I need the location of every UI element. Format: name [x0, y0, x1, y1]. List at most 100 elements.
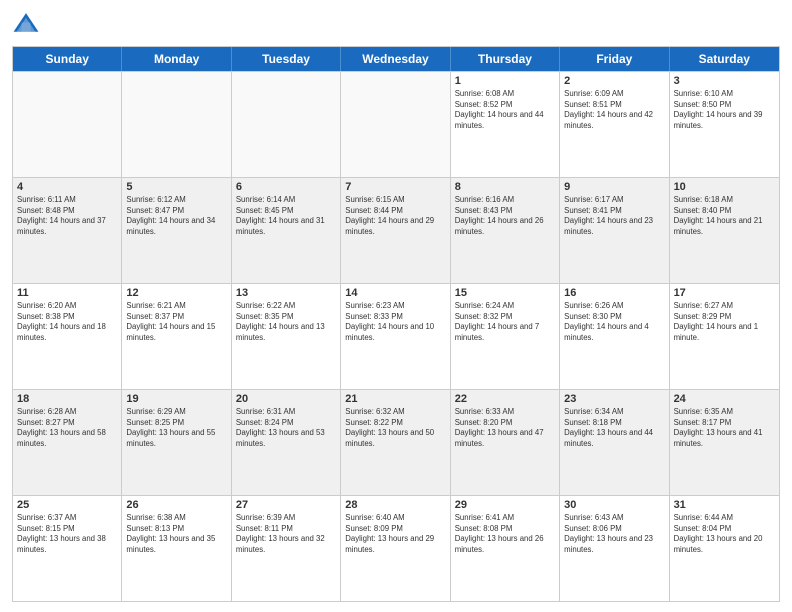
calendar-cell — [232, 72, 341, 177]
day-info: Sunrise: 6:39 AM Sunset: 8:11 PM Dayligh… — [236, 513, 336, 555]
calendar-cell: 1Sunrise: 6:08 AM Sunset: 8:52 PM Daylig… — [451, 72, 560, 177]
day-info: Sunrise: 6:11 AM Sunset: 8:48 PM Dayligh… — [17, 195, 117, 237]
calendar-row: 25 Sunrise: 6:37 AM Sunset: 8:15 PM Dayli… — [13, 495, 779, 601]
calendar-cell: 12 Sunrise: 6:21 AM Sunset: 8:37 PM Dayli… — [122, 284, 231, 389]
day-number: 13 — [236, 287, 336, 299]
day-number: 25 — [17, 499, 117, 511]
day-info: Sunrise: 6:32 AM Sunset: 8:22 PM Dayligh… — [345, 407, 445, 449]
day-number: 16 — [564, 287, 664, 299]
calendar-cell: 23Sunrise: 6:34 AM Sunset: 8:18 PM Dayli… — [560, 390, 669, 495]
day-number: 15 — [455, 287, 555, 299]
day-number: 5 — [126, 181, 226, 193]
calendar-cell: 19 Sunrise: 6:29 AM Sunset: 8:25 PM Dayli… — [122, 390, 231, 495]
day-number: 22 — [455, 393, 555, 405]
calendar-cell: 2 Sunrise: 6:09 AM Sunset: 8:51 PM Daylig… — [560, 72, 669, 177]
calendar-row: 18Sunrise: 6:28 AM Sunset: 8:27 PM Dayli… — [13, 389, 779, 495]
day-info: Sunrise: 6:34 AM Sunset: 8:18 PM Dayligh… — [564, 407, 664, 449]
day-number: 2 — [564, 75, 664, 87]
calendar-cell — [341, 72, 450, 177]
calendar-row: 4 Sunrise: 6:11 AM Sunset: 8:48 PM Daylig… — [13, 177, 779, 283]
day-number: 6 — [236, 181, 336, 193]
day-info: Sunrise: 6:26 AM Sunset: 8:30 PM Dayligh… — [564, 301, 664, 343]
calendar-cell: 11 Sunrise: 6:20 AM Sunset: 8:38 PM Dayli… — [13, 284, 122, 389]
header — [12, 10, 780, 38]
calendar-cell: 5 Sunrise: 6:12 AM Sunset: 8:47 PM Daylig… — [122, 178, 231, 283]
day-info: Sunrise: 6:27 AM Sunset: 8:29 PM Dayligh… — [674, 301, 775, 343]
day-info: Sunrise: 6:43 AM Sunset: 8:06 PM Dayligh… — [564, 513, 664, 555]
logo — [12, 10, 44, 38]
day-number: 17 — [674, 287, 775, 299]
day-number: 19 — [126, 393, 226, 405]
calendar-cell: 18Sunrise: 6:28 AM Sunset: 8:27 PM Dayli… — [13, 390, 122, 495]
day-info: Sunrise: 6:20 AM Sunset: 8:38 PM Dayligh… — [17, 301, 117, 343]
calendar-cell: 4 Sunrise: 6:11 AM Sunset: 8:48 PM Daylig… — [13, 178, 122, 283]
calendar-cell: 16 Sunrise: 6:26 AM Sunset: 8:30 PM Dayli… — [560, 284, 669, 389]
calendar-cell: 17 Sunrise: 6:27 AM Sunset: 8:29 PM Dayli… — [670, 284, 779, 389]
day-info: Sunrise: 6:40 AM Sunset: 8:09 PM Dayligh… — [345, 513, 445, 555]
calendar-cell: 10Sunrise: 6:18 AM Sunset: 8:40 PM Dayli… — [670, 178, 779, 283]
calendar-row: 1Sunrise: 6:08 AM Sunset: 8:52 PM Daylig… — [13, 71, 779, 177]
calendar: SundayMondayTuesdayWednesdayThursdayFrid… — [12, 46, 780, 602]
day-info: Sunrise: 6:22 AM Sunset: 8:35 PM Dayligh… — [236, 301, 336, 343]
calendar-cell: 30 Sunrise: 6:43 AM Sunset: 8:06 PM Dayli… — [560, 496, 669, 601]
calendar-cell: 14 Sunrise: 6:23 AM Sunset: 8:33 PM Dayli… — [341, 284, 450, 389]
day-info: Sunrise: 6:29 AM Sunset: 8:25 PM Dayligh… — [126, 407, 226, 449]
day-number: 3 — [674, 75, 775, 87]
day-number: 9 — [564, 181, 664, 193]
logo-icon — [12, 10, 40, 38]
day-info: Sunrise: 6:31 AM Sunset: 8:24 PM Dayligh… — [236, 407, 336, 449]
day-number: 14 — [345, 287, 445, 299]
calendar-cell — [13, 72, 122, 177]
weekday-header: Friday — [560, 47, 669, 71]
day-info: Sunrise: 6:41 AM Sunset: 8:08 PM Dayligh… — [455, 513, 555, 555]
day-number: 12 — [126, 287, 226, 299]
day-number: 30 — [564, 499, 664, 511]
calendar-cell: 20 Sunrise: 6:31 AM Sunset: 8:24 PM Dayli… — [232, 390, 341, 495]
day-info: Sunrise: 6:08 AM Sunset: 8:52 PM Dayligh… — [455, 89, 555, 131]
calendar-cell: 31 Sunrise: 6:44 AM Sunset: 8:04 PM Dayli… — [670, 496, 779, 601]
calendar-body: 1Sunrise: 6:08 AM Sunset: 8:52 PM Daylig… — [13, 71, 779, 601]
day-info: Sunrise: 6:24 AM Sunset: 8:32 PM Dayligh… — [455, 301, 555, 343]
calendar-row: 11 Sunrise: 6:20 AM Sunset: 8:38 PM Dayli… — [13, 283, 779, 389]
day-number: 26 — [126, 499, 226, 511]
calendar-cell: 15 Sunrise: 6:24 AM Sunset: 8:32 PM Dayli… — [451, 284, 560, 389]
day-info: Sunrise: 6:38 AM Sunset: 8:13 PM Dayligh… — [126, 513, 226, 555]
day-info: Sunrise: 6:28 AM Sunset: 8:27 PM Dayligh… — [17, 407, 117, 449]
day-info: Sunrise: 6:17 AM Sunset: 8:41 PM Dayligh… — [564, 195, 664, 237]
day-info: Sunrise: 6:37 AM Sunset: 8:15 PM Dayligh… — [17, 513, 117, 555]
day-number: 24 — [674, 393, 775, 405]
calendar-cell: 21 Sunrise: 6:32 AM Sunset: 8:22 PM Dayli… — [341, 390, 450, 495]
weekday-header: Thursday — [451, 47, 560, 71]
day-info: Sunrise: 6:12 AM Sunset: 8:47 PM Dayligh… — [126, 195, 226, 237]
calendar-cell: 3 Sunrise: 6:10 AM Sunset: 8:50 PM Daylig… — [670, 72, 779, 177]
day-number: 11 — [17, 287, 117, 299]
day-info: Sunrise: 6:21 AM Sunset: 8:37 PM Dayligh… — [126, 301, 226, 343]
calendar-cell: 9 Sunrise: 6:17 AM Sunset: 8:41 PM Daylig… — [560, 178, 669, 283]
day-number: 21 — [345, 393, 445, 405]
calendar-cell: 6Sunrise: 6:14 AM Sunset: 8:45 PM Daylig… — [232, 178, 341, 283]
day-number: 20 — [236, 393, 336, 405]
day-info: Sunrise: 6:09 AM Sunset: 8:51 PM Dayligh… — [564, 89, 664, 131]
calendar-cell: 25 Sunrise: 6:37 AM Sunset: 8:15 PM Dayli… — [13, 496, 122, 601]
day-number: 31 — [674, 499, 775, 511]
weekday-header: Wednesday — [341, 47, 450, 71]
calendar-header: SundayMondayTuesdayWednesdayThursdayFrid… — [13, 47, 779, 71]
day-info: Sunrise: 6:44 AM Sunset: 8:04 PM Dayligh… — [674, 513, 775, 555]
weekday-header: Monday — [122, 47, 231, 71]
day-number: 8 — [455, 181, 555, 193]
day-number: 4 — [17, 181, 117, 193]
day-number: 27 — [236, 499, 336, 511]
day-number: 7 — [345, 181, 445, 193]
calendar-cell: 13 Sunrise: 6:22 AM Sunset: 8:35 PM Dayli… — [232, 284, 341, 389]
calendar-cell: 22 Sunrise: 6:33 AM Sunset: 8:20 PM Dayli… — [451, 390, 560, 495]
day-info: Sunrise: 6:16 AM Sunset: 8:43 PM Dayligh… — [455, 195, 555, 237]
calendar-cell: 29Sunrise: 6:41 AM Sunset: 8:08 PM Dayli… — [451, 496, 560, 601]
day-info: Sunrise: 6:10 AM Sunset: 8:50 PM Dayligh… — [674, 89, 775, 131]
page: SundayMondayTuesdayWednesdayThursdayFrid… — [0, 0, 792, 612]
weekday-header: Tuesday — [232, 47, 341, 71]
calendar-cell: 24Sunrise: 6:35 AM Sunset: 8:17 PM Dayli… — [670, 390, 779, 495]
weekday-header: Sunday — [13, 47, 122, 71]
day-info: Sunrise: 6:33 AM Sunset: 8:20 PM Dayligh… — [455, 407, 555, 449]
calendar-cell: 26 Sunrise: 6:38 AM Sunset: 8:13 PM Dayli… — [122, 496, 231, 601]
day-info: Sunrise: 6:23 AM Sunset: 8:33 PM Dayligh… — [345, 301, 445, 343]
